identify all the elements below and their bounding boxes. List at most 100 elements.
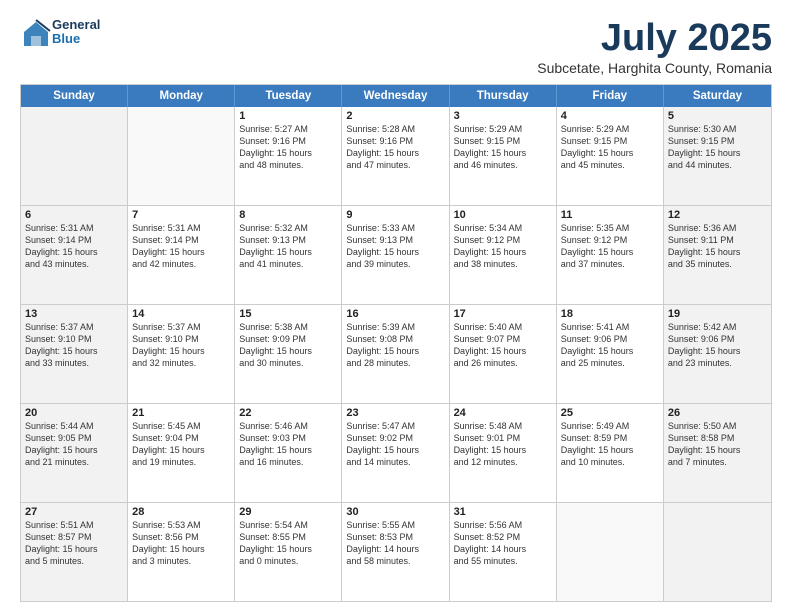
cell-info-line: and 10 minutes. [561, 456, 659, 468]
cell-info-line: and 12 minutes. [454, 456, 552, 468]
cell-info-line: Sunset: 8:53 PM [346, 531, 444, 543]
cell-info-line: and 21 minutes. [25, 456, 123, 468]
day-number: 1 [239, 110, 337, 122]
day-number: 27 [25, 506, 123, 518]
calendar-row-3: 13Sunrise: 5:37 AMSunset: 9:10 PMDayligh… [21, 304, 771, 403]
header-day-sunday: Sunday [21, 85, 128, 107]
cell-info-line: Sunset: 8:57 PM [25, 531, 123, 543]
cell-info-line: Daylight: 15 hours [668, 444, 767, 456]
cell-info-line: Sunrise: 5:47 AM [346, 420, 444, 432]
day-number: 9 [346, 209, 444, 221]
cell-info-line: Sunset: 9:15 PM [668, 135, 767, 147]
cell-info-line: and 46 minutes. [454, 159, 552, 171]
cell-info-line: Daylight: 15 hours [25, 543, 123, 555]
day-number: 7 [132, 209, 230, 221]
calendar-row-2: 6Sunrise: 5:31 AMSunset: 9:14 PMDaylight… [21, 205, 771, 304]
calendar-row-4: 20Sunrise: 5:44 AMSunset: 9:05 PMDayligh… [21, 403, 771, 502]
calendar-cell: 17Sunrise: 5:40 AMSunset: 9:07 PMDayligh… [450, 305, 557, 403]
cell-info-line: and 47 minutes. [346, 159, 444, 171]
cell-info-line: Sunrise: 5:45 AM [132, 420, 230, 432]
cell-info-line: Daylight: 15 hours [346, 444, 444, 456]
cell-info-line: Sunset: 9:06 PM [561, 333, 659, 345]
day-number: 13 [25, 308, 123, 320]
header-day-thursday: Thursday [450, 85, 557, 107]
cell-info-line: and 55 minutes. [454, 555, 552, 567]
cell-info-line: Sunrise: 5:38 AM [239, 321, 337, 333]
day-number: 31 [454, 506, 552, 518]
calendar-cell: 11Sunrise: 5:35 AMSunset: 9:12 PMDayligh… [557, 206, 664, 304]
day-number: 26 [668, 407, 767, 419]
calendar-cell: 4Sunrise: 5:29 AMSunset: 9:15 PMDaylight… [557, 107, 664, 205]
cell-info-line: Sunrise: 5:35 AM [561, 222, 659, 234]
cell-info-line: and 7 minutes. [668, 456, 767, 468]
calendar-cell: 31Sunrise: 5:56 AMSunset: 8:52 PMDayligh… [450, 503, 557, 601]
day-number: 18 [561, 308, 659, 320]
calendar-cell: 14Sunrise: 5:37 AMSunset: 9:10 PMDayligh… [128, 305, 235, 403]
page: General Blue July 2025 Subcetate, Harghi… [0, 0, 792, 612]
cell-info-line: Sunrise: 5:31 AM [25, 222, 123, 234]
cell-info-line: Daylight: 15 hours [346, 345, 444, 357]
cell-info-line: Sunrise: 5:31 AM [132, 222, 230, 234]
cell-info-line: Sunset: 9:01 PM [454, 432, 552, 444]
calendar-cell: 6Sunrise: 5:31 AMSunset: 9:14 PMDaylight… [21, 206, 128, 304]
header-day-tuesday: Tuesday [235, 85, 342, 107]
day-number: 22 [239, 407, 337, 419]
calendar-cell: 5Sunrise: 5:30 AMSunset: 9:15 PMDaylight… [664, 107, 771, 205]
day-number: 12 [668, 209, 767, 221]
calendar-cell: 12Sunrise: 5:36 AMSunset: 9:11 PMDayligh… [664, 206, 771, 304]
cell-info-line: Daylight: 15 hours [668, 147, 767, 159]
cell-info-line: Sunrise: 5:33 AM [346, 222, 444, 234]
header-day-friday: Friday [557, 85, 664, 107]
cell-info-line: and 58 minutes. [346, 555, 444, 567]
day-number: 19 [668, 308, 767, 320]
cell-info-line: Sunrise: 5:28 AM [346, 123, 444, 135]
cell-info-line: and 16 minutes. [239, 456, 337, 468]
logo-icon [20, 18, 48, 46]
cell-info-line: and 23 minutes. [668, 357, 767, 369]
cell-info-line: Sunrise: 5:49 AM [561, 420, 659, 432]
calendar-cell: 9Sunrise: 5:33 AMSunset: 9:13 PMDaylight… [342, 206, 449, 304]
cell-info-line: Sunrise: 5:37 AM [25, 321, 123, 333]
cell-info-line: and 44 minutes. [668, 159, 767, 171]
day-number: 5 [668, 110, 767, 122]
cell-info-line: Daylight: 15 hours [561, 246, 659, 258]
cell-info-line: Sunset: 8:59 PM [561, 432, 659, 444]
cell-info-line: Sunrise: 5:50 AM [668, 420, 767, 432]
calendar-body: 1Sunrise: 5:27 AMSunset: 9:16 PMDaylight… [21, 107, 771, 601]
cell-info-line: Daylight: 15 hours [239, 147, 337, 159]
cell-info-line: Sunset: 9:03 PM [239, 432, 337, 444]
cell-info-line: Sunset: 9:16 PM [239, 135, 337, 147]
cell-info-line: Daylight: 15 hours [239, 444, 337, 456]
day-number: 2 [346, 110, 444, 122]
calendar-cell: 10Sunrise: 5:34 AMSunset: 9:12 PMDayligh… [450, 206, 557, 304]
cell-info-line: Sunset: 8:52 PM [454, 531, 552, 543]
calendar-cell: 25Sunrise: 5:49 AMSunset: 8:59 PMDayligh… [557, 404, 664, 502]
title-block: July 2025 Subcetate, Harghita County, Ro… [537, 18, 772, 76]
cell-info-line: Sunset: 9:02 PM [346, 432, 444, 444]
cell-info-line: Daylight: 15 hours [561, 444, 659, 456]
cell-info-line: and 45 minutes. [561, 159, 659, 171]
cell-info-line: Sunset: 9:07 PM [454, 333, 552, 345]
cell-info-line: Daylight: 15 hours [668, 246, 767, 258]
cell-info-line: Daylight: 15 hours [454, 147, 552, 159]
cell-info-line: Sunrise: 5:51 AM [25, 519, 123, 531]
calendar-cell: 22Sunrise: 5:46 AMSunset: 9:03 PMDayligh… [235, 404, 342, 502]
cell-info-line: Daylight: 15 hours [132, 444, 230, 456]
cell-info-line: Sunrise: 5:29 AM [561, 123, 659, 135]
cell-info-line: Sunrise: 5:55 AM [346, 519, 444, 531]
day-number: 29 [239, 506, 337, 518]
day-number: 15 [239, 308, 337, 320]
calendar-cell: 28Sunrise: 5:53 AMSunset: 8:56 PMDayligh… [128, 503, 235, 601]
cell-info-line: Sunrise: 5:37 AM [132, 321, 230, 333]
cell-info-line: and 42 minutes. [132, 258, 230, 270]
cell-info-line: Sunrise: 5:36 AM [668, 222, 767, 234]
cell-info-line: Daylight: 15 hours [454, 345, 552, 357]
calendar-cell: 15Sunrise: 5:38 AMSunset: 9:09 PMDayligh… [235, 305, 342, 403]
calendar-cell: 8Sunrise: 5:32 AMSunset: 9:13 PMDaylight… [235, 206, 342, 304]
cell-info-line: Daylight: 15 hours [454, 246, 552, 258]
cell-info-line: Sunset: 8:56 PM [132, 531, 230, 543]
cell-info-line: Daylight: 15 hours [25, 444, 123, 456]
cell-info-line: Sunrise: 5:34 AM [454, 222, 552, 234]
day-number: 20 [25, 407, 123, 419]
day-number: 30 [346, 506, 444, 518]
